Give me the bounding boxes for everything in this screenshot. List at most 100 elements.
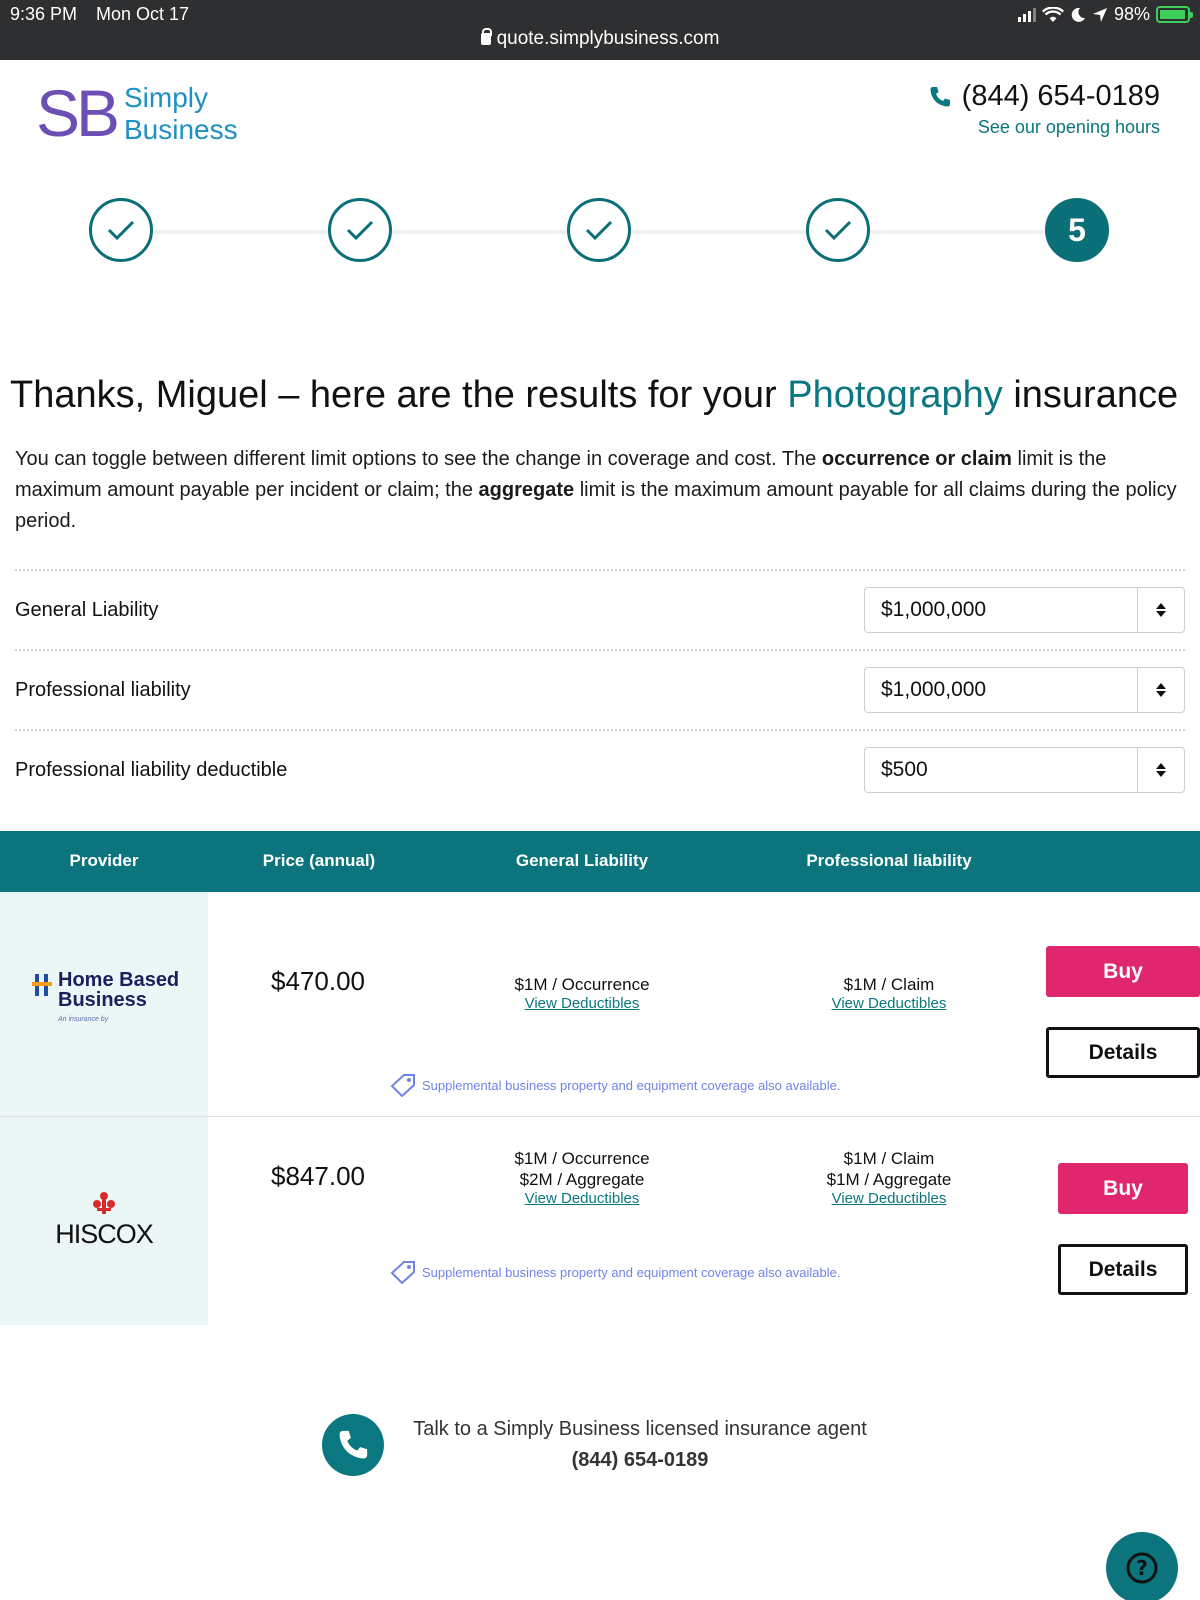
general-liability-label: General Liability [15, 599, 159, 621]
deductible-value: $500 [881, 758, 928, 781]
step-4-complete [806, 198, 870, 262]
divider [15, 649, 1185, 651]
divider [15, 729, 1185, 731]
details-button[interactable]: Details [1058, 1244, 1188, 1295]
tag-icon [390, 1074, 415, 1097]
header-phone[interactable]: (844) 654-0189 [928, 80, 1160, 113]
view-deductibles-link[interactable]: View Deductibles [452, 995, 712, 1012]
header-contact: (844) 654-0189 See our opening hours [928, 80, 1160, 138]
general-liability-value: $1,000,000 [881, 598, 987, 621]
status-time: 9:36 PM [10, 4, 78, 24]
intro-bold-aggregate: aggregate [478, 479, 575, 501]
buy-button[interactable]: Buy [1058, 1163, 1188, 1214]
url-text: quote.simplybusiness.com [496, 28, 720, 49]
results-table-header: Provider Price (annual) General Liabilit… [0, 831, 1200, 892]
intro-bold-occurrence: occurrence or claim [821, 448, 1012, 470]
battery-icon [1156, 6, 1193, 23]
deductible-select[interactable]: $500 [864, 747, 1185, 793]
svg-text:?: ? [1136, 1556, 1148, 1580]
pl-coverage-2: $1M / Claim $1M / Aggregate View Deducti… [759, 1148, 1019, 1207]
sb-logo-mark: SB [36, 80, 120, 144]
wifi-icon [1041, 6, 1064, 22]
select-arrows-icon [1137, 668, 1184, 712]
address-bar[interactable]: quote.simplybusiness.com [0, 28, 1200, 50]
phone-icon [339, 1430, 368, 1459]
professional-liability-select[interactable]: $1,000,000 [864, 667, 1185, 713]
pl-coverage-1: $1M / Claim View Deductibles [759, 974, 1019, 1012]
pl-limit-2: $1M / Claim [843, 1149, 935, 1168]
header-provider: Provider [69, 851, 139, 870]
header-professional-liability: Professional liability [806, 851, 972, 870]
hbb-mark-icon [32, 974, 52, 996]
phone-icon [930, 86, 950, 106]
title-business-type: Photography [787, 374, 1003, 416]
status-date: Mon Oct 17 [96, 4, 190, 24]
checkmark-icon [107, 220, 135, 241]
buy-button[interactable]: Buy [1046, 946, 1200, 997]
pl-limit-1: $1M / Claim [843, 975, 935, 994]
hiscox-crest-icon [93, 1192, 115, 1214]
general-liability-select[interactable]: $1,000,000 [864, 587, 1185, 633]
select-arrows-icon [1137, 588, 1184, 632]
professional-liability-value: $1,000,000 [881, 678, 987, 701]
help-button[interactable]: ? [1106, 1532, 1178, 1600]
gl-coverage-2: $1M / Occurrence $2M / Aggregate View De… [452, 1148, 712, 1207]
supplemental-note: Supplemental business property and equip… [390, 1073, 840, 1097]
gl-aggregate-2: $2M / Aggregate [519, 1170, 645, 1189]
intro-text-1: You can toggle between different limit o… [15, 448, 822, 470]
provider-name: HISCOX [55, 1219, 154, 1249]
logo-line-2: Business [124, 114, 238, 145]
question-mark-icon: ? [1126, 1552, 1158, 1584]
simply-business-logo[interactable]: SB Simply Business [36, 80, 246, 150]
professional-liability-label: Professional liability [15, 679, 191, 701]
select-arrows-icon [1137, 748, 1184, 792]
supplemental-note: Supplemental business property and equip… [390, 1260, 840, 1284]
checkmark-icon [824, 220, 852, 241]
tag-icon [390, 1261, 415, 1284]
step-2-complete [328, 198, 392, 262]
header-general-liability: General Liability [515, 851, 649, 870]
call-agent-button[interactable] [322, 1414, 384, 1476]
supplemental-text: Supplemental business property and equip… [422, 1077, 841, 1093]
gl-limit-2: $1M / Occurrence [514, 1149, 650, 1168]
battery-percent: 98% [1113, 4, 1150, 24]
intro-paragraph: You can toggle between different limit o… [15, 444, 1185, 537]
step-3-complete [567, 198, 631, 262]
gl-coverage-1: $1M / Occurrence View Deductibles [452, 974, 712, 1012]
provider-name-line-2: Business [58, 989, 147, 1011]
checkmark-icon [585, 220, 613, 241]
hiscox-logo: HISCOX [40, 1190, 168, 1250]
deductible-label: Professional liability deductible [15, 759, 288, 781]
page-title: Thanks, Miguel – here are the results fo… [10, 374, 1178, 417]
svg-text:SB: SB [36, 80, 117, 144]
price-1: $470.00 [271, 966, 365, 996]
supplemental-text: Supplemental business property and equip… [422, 1264, 841, 1280]
gl-limit-1: $1M / Occurrence [514, 975, 650, 994]
lock-icon [480, 28, 492, 45]
view-deductibles-link[interactable]: View Deductibles [759, 995, 1019, 1012]
header-phone-number: (844) 654-0189 [961, 80, 1160, 112]
status-bar: 9:36 PM Mon Oct 17 98% quote.simplybusin… [0, 0, 1200, 60]
opening-hours-link[interactable]: See our opening hours [928, 117, 1160, 138]
details-button[interactable]: Details [1046, 1027, 1200, 1078]
view-deductibles-link[interactable]: View Deductibles [452, 1190, 712, 1207]
logo-wordmark: Simply Business [124, 82, 238, 146]
cellular-signal-icon [1017, 7, 1036, 22]
location-arrow-icon [1092, 7, 1107, 22]
logo-line-1: Simply [124, 82, 209, 113]
title-text-start: Thanks, Miguel – here are the results fo… [10, 374, 788, 416]
provider-sub: An insurance by [58, 1016, 109, 1023]
provider-name-line-1: Home Based [58, 969, 180, 991]
status-indicators: 98% [1017, 4, 1193, 25]
price-2: $847.00 [271, 1161, 365, 1191]
divider [15, 569, 1185, 571]
title-text-end: insurance [1002, 374, 1179, 416]
header-price: Price (annual) [262, 851, 376, 870]
checkmark-icon [346, 220, 374, 241]
moon-icon [1071, 7, 1085, 22]
pl-aggregate-2: $1M / Aggregate [826, 1170, 952, 1189]
step-1-complete [89, 198, 153, 262]
agent-phone[interactable]: (844) 654-0189 [380, 1449, 900, 1472]
agent-text: Talk to a Simply Business licensed insur… [413, 1418, 867, 1440]
view-deductibles-link[interactable]: View Deductibles [759, 1190, 1019, 1207]
